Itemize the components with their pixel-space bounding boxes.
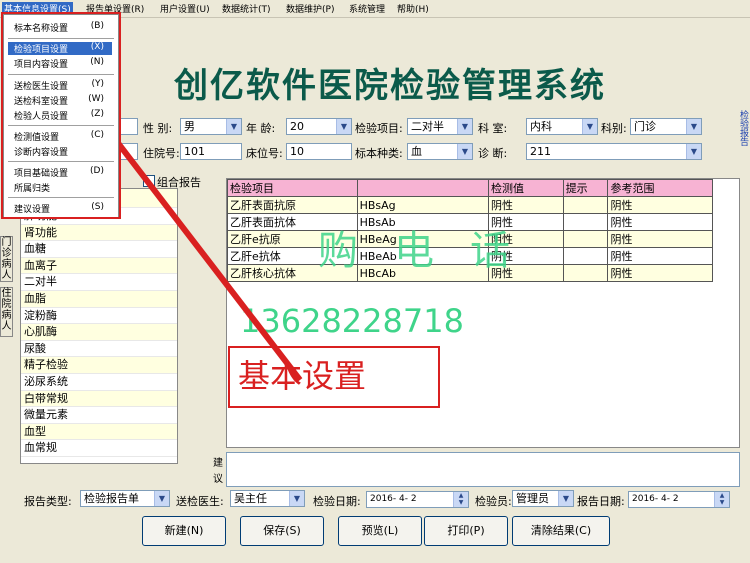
- highlight-box: [1, 12, 121, 219]
- callout-label: 基本设置: [228, 346, 440, 408]
